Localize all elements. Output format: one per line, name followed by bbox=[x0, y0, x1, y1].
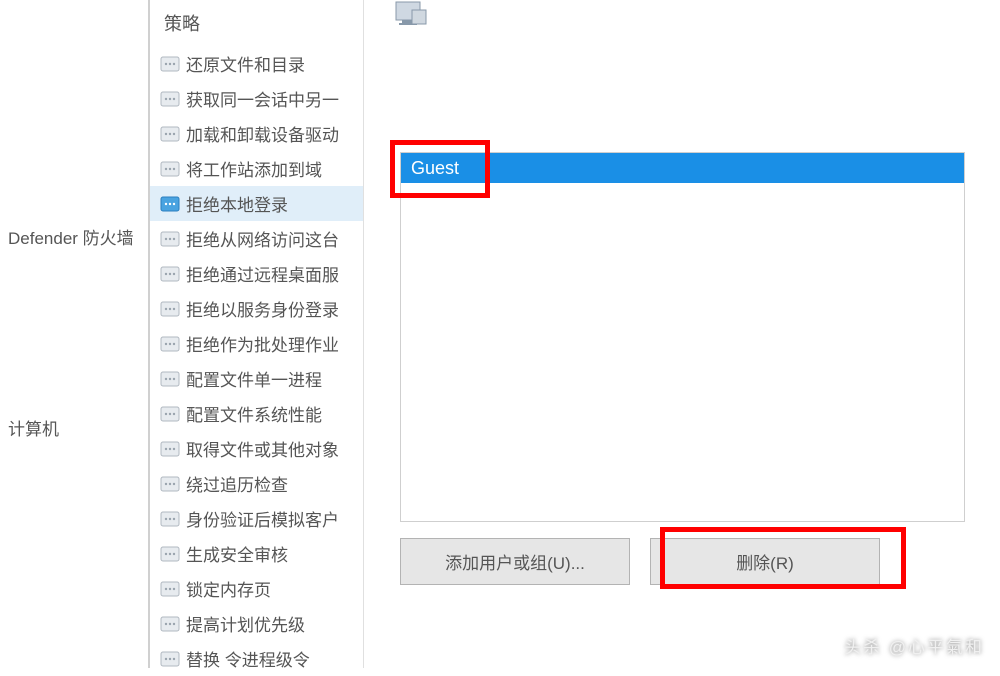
policy-item-label: 拒绝作为批处理作业 bbox=[186, 331, 339, 356]
policy-item-label: 将工作站添加到域 bbox=[186, 156, 322, 181]
user-listbox[interactable]: Guest bbox=[400, 152, 965, 522]
policy-icon bbox=[160, 264, 180, 284]
policy-item-label: 还原文件和目录 bbox=[186, 51, 305, 76]
policy-item[interactable]: 拒绝作为批处理作业 bbox=[150, 326, 363, 361]
policy-item[interactable]: 绕过追历检查 bbox=[150, 466, 363, 501]
computer-icon bbox=[394, 0, 434, 30]
policy-item-label: 锁定内存页 bbox=[186, 576, 271, 601]
policy-item[interactable]: 生成安全审核 bbox=[150, 536, 363, 571]
policy-item[interactable]: 提高计划优先级 bbox=[150, 606, 363, 641]
policy-item[interactable]: 配置文件系统性能 bbox=[150, 396, 363, 431]
tree-panel: Defender 防火墙 计算机 bbox=[0, 0, 150, 668]
policy-icon bbox=[160, 194, 180, 214]
policy-icon bbox=[160, 544, 180, 564]
policy-item[interactable]: 拒绝本地登录 bbox=[150, 186, 363, 221]
policy-icon bbox=[160, 89, 180, 109]
policy-item-label: 拒绝通过远程桌面服 bbox=[186, 261, 339, 286]
policy-icon bbox=[160, 159, 180, 179]
policy-icon bbox=[160, 229, 180, 249]
policy-item-label: 取得文件或其他对象 bbox=[186, 436, 339, 461]
policy-panel: 策略 还原文件和目录获取同一会话中另一加载和卸载设备驱动将工作站添加到域拒绝本地… bbox=[150, 0, 364, 668]
policy-icon bbox=[160, 439, 180, 459]
policy-item-label: 加载和卸载设备驱动 bbox=[186, 121, 339, 146]
watermark: 头杀 @心平氣和 bbox=[844, 633, 984, 658]
policy-item-label: 生成安全审核 bbox=[186, 541, 288, 566]
policy-item[interactable]: 还原文件和目录 bbox=[150, 46, 363, 81]
policy-item[interactable]: 拒绝从网络访问这台 bbox=[150, 221, 363, 256]
policy-item-label: 配置文件系统性能 bbox=[186, 401, 322, 426]
policy-item[interactable]: 配置文件单一进程 bbox=[150, 361, 363, 396]
policy-list: 还原文件和目录获取同一会话中另一加载和卸载设备驱动将工作站添加到域拒绝本地登录拒… bbox=[150, 46, 363, 676]
policy-item[interactable]: 获取同一会话中另一 bbox=[150, 81, 363, 116]
policy-item[interactable]: 加载和卸载设备驱动 bbox=[150, 116, 363, 151]
tree-item-computer[interactable]: 计算机 bbox=[0, 411, 148, 444]
tree-item-defender[interactable]: Defender 防火墙 bbox=[0, 220, 148, 253]
policy-item[interactable]: 替换 令进程级令 bbox=[150, 641, 363, 676]
policy-item-label: 配置文件单一进程 bbox=[186, 366, 322, 391]
delete-button[interactable]: 删除(R) bbox=[650, 538, 880, 585]
policy-icon bbox=[160, 579, 180, 599]
policy-icon bbox=[160, 649, 180, 669]
button-row: 添加用户或组(U)... 删除(R) bbox=[400, 538, 965, 585]
policy-icon bbox=[160, 334, 180, 354]
policy-item-label: 提高计划优先级 bbox=[186, 611, 305, 636]
add-user-button[interactable]: 添加用户或组(U)... bbox=[400, 538, 630, 585]
policy-header: 策略 bbox=[150, 0, 363, 46]
policy-item-label: 拒绝本地登录 bbox=[186, 191, 288, 216]
policy-item[interactable]: 身份验证后模拟客户 bbox=[150, 501, 363, 536]
policy-item[interactable]: 取得文件或其他对象 bbox=[150, 431, 363, 466]
policy-item-label: 身份验证后模拟客户 bbox=[186, 506, 339, 531]
policy-item-label: 绕过追历检查 bbox=[186, 471, 288, 496]
policy-item[interactable]: 将工作站添加到域 bbox=[150, 151, 363, 186]
dialog-panel: Guest 添加用户或组(U)... 删除(R) 头杀 @心平氣和 bbox=[364, 0, 1000, 668]
policy-icon bbox=[160, 614, 180, 634]
policy-icon bbox=[160, 124, 180, 144]
policy-item[interactable]: 拒绝以服务身份登录 bbox=[150, 291, 363, 326]
policy-item[interactable]: 锁定内存页 bbox=[150, 571, 363, 606]
policy-icon bbox=[160, 404, 180, 424]
policy-icon bbox=[160, 299, 180, 319]
policy-icon bbox=[160, 54, 180, 74]
policy-item-label: 替换 令进程级令 bbox=[186, 646, 310, 671]
policy-icon bbox=[160, 509, 180, 529]
policy-item-label: 拒绝从网络访问这台 bbox=[186, 226, 339, 251]
policy-item-label: 获取同一会话中另一 bbox=[186, 86, 339, 111]
user-list-item-guest[interactable]: Guest bbox=[401, 153, 964, 183]
policy-icon bbox=[160, 474, 180, 494]
policy-item-label: 拒绝以服务身份登录 bbox=[186, 296, 339, 321]
policy-icon bbox=[160, 369, 180, 389]
policy-item[interactable]: 拒绝通过远程桌面服 bbox=[150, 256, 363, 291]
